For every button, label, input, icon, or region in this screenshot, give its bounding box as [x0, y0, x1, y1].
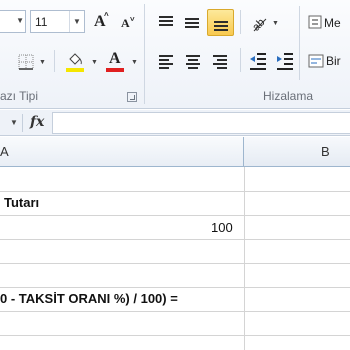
- dialog-launcher-icon[interactable]: [127, 92, 137, 102]
- grow-font-button[interactable]: A ^: [90, 10, 112, 33]
- borders-icon: [18, 54, 34, 70]
- up-caret-icon: ^: [104, 11, 109, 20]
- table-row: [0, 263, 350, 288]
- down-caret-icon: ^: [130, 13, 135, 22]
- bottom-align-button[interactable]: [207, 9, 234, 36]
- font-color-swatch: [106, 68, 124, 72]
- align-line: [217, 59, 227, 61]
- align-line: [213, 55, 227, 57]
- svg-text:ab: ab: [250, 16, 267, 33]
- column-headers: A: [0, 137, 350, 167]
- paint-bucket-icon: [69, 53, 82, 65]
- wrap-text-button[interactable]: Bir: [305, 48, 350, 72]
- insert-function-icon[interactable]: fx: [30, 114, 44, 130]
- table-row: [0, 239, 350, 264]
- text-orientation-icon: ab: [250, 16, 267, 33]
- orientation-button[interactable]: ab ▼: [245, 10, 281, 34]
- cell-a-100[interactable]: 100: [211, 220, 233, 235]
- font-group-label: azı Tipi: [0, 89, 39, 103]
- align-line: [159, 16, 173, 18]
- cell-a-formula-text[interactable]: 0 - TAKSİT ORANI %) / 100) =: [0, 291, 178, 306]
- font-color-button[interactable]: A ▼: [102, 48, 140, 74]
- chevron-down-icon: ▼: [16, 16, 24, 25]
- align-line: [186, 55, 200, 57]
- align-line: [185, 22, 199, 24]
- merge-button[interactable]: Me: [305, 10, 350, 34]
- font-group: ▼ 11 ▼ A ^ A ^ ▼ ▼ A ▼ azı Tipi: [0, 0, 144, 108]
- table-row: [0, 311, 350, 336]
- align-line: [186, 63, 200, 65]
- table-row: [0, 335, 350, 350]
- name-box-dropdown-icon[interactable]: ▼: [10, 118, 18, 127]
- align-line: [159, 63, 173, 65]
- increase-indent-button[interactable]: [272, 48, 296, 72]
- font-color-icon: A: [109, 50, 121, 67]
- align-line: [188, 67, 198, 69]
- table-row: 0 - TAKSİT ORANI %) / 100) =: [0, 287, 350, 312]
- align-line: [159, 67, 169, 69]
- increase-indent-icon: [277, 53, 293, 70]
- column-divider: [244, 167, 245, 350]
- decrease-indent-button[interactable]: [245, 48, 269, 72]
- table-row: [0, 167, 350, 192]
- table-row: Tutarı: [0, 191, 350, 216]
- align-line: [159, 20, 173, 22]
- shrink-font-icon: A: [121, 16, 130, 30]
- shrink-font-button[interactable]: A ^: [114, 10, 136, 33]
- align-line: [217, 67, 227, 69]
- align-line: [159, 55, 173, 57]
- align-line: [214, 29, 228, 31]
- chevron-down-icon: ▼: [39, 59, 46, 66]
- divider: [299, 6, 300, 80]
- cell-a-tutari[interactable]: Tutarı: [4, 195, 39, 210]
- decrease-indent-icon: [250, 53, 266, 70]
- chevron-down-icon: ▼: [272, 20, 279, 27]
- alignment-group-label: Hizalama: [263, 89, 314, 103]
- chevron-down-icon: ▼: [69, 11, 84, 32]
- align-line: [214, 21, 228, 23]
- fill-color-swatch: [66, 68, 84, 72]
- align-center-button[interactable]: [180, 48, 204, 72]
- divider: [22, 114, 23, 132]
- align-line: [159, 24, 173, 26]
- divider: [240, 48, 241, 72]
- align-left-button[interactable]: [153, 48, 177, 72]
- table-row: 100: [0, 215, 350, 240]
- formula-bar: ▼ fx: [0, 110, 350, 136]
- ribbon: ▼ 11 ▼ A ^ A ^ ▼ ▼ A ▼ azı Tipi ab ▼ Me …: [0, 0, 350, 109]
- merge-icon: [308, 15, 322, 29]
- align-right-button[interactable]: [207, 48, 231, 72]
- column-a-label: A: [0, 144, 9, 159]
- top-align-button[interactable]: [153, 10, 177, 34]
- divider: [240, 10, 241, 34]
- fill-color-button[interactable]: ▼: [62, 48, 100, 74]
- align-line: [214, 25, 228, 27]
- borders-button[interactable]: ▼: [14, 50, 48, 72]
- alignment-group: ab ▼ Me Bir Hizalama: [145, 0, 350, 108]
- align-line: [213, 63, 227, 65]
- column-b-label: B: [321, 144, 330, 159]
- wrap-text-icon: [308, 54, 324, 68]
- cell-grid[interactable]: Tutarı 100 0 - TAKSİT ORANI %) / 100) =: [0, 167, 350, 350]
- formula-input[interactable]: [52, 112, 350, 134]
- merge-label: Me: [324, 16, 341, 30]
- divider: [54, 50, 55, 72]
- align-line: [188, 59, 198, 61]
- align-line: [185, 18, 199, 20]
- chevron-down-icon: ▼: [131, 59, 138, 66]
- column-header-a[interactable]: A: [0, 137, 244, 166]
- align-line: [159, 59, 169, 61]
- middle-align-button[interactable]: [179, 10, 203, 34]
- chevron-down-icon: ▼: [91, 59, 98, 66]
- align-line: [185, 26, 199, 28]
- font-size-dropdown[interactable]: 11 ▼: [30, 10, 85, 33]
- font-size-value: 11: [35, 15, 48, 29]
- font-name-dropdown[interactable]: ▼: [0, 10, 26, 33]
- wrap-text-label: Bir: [326, 54, 341, 68]
